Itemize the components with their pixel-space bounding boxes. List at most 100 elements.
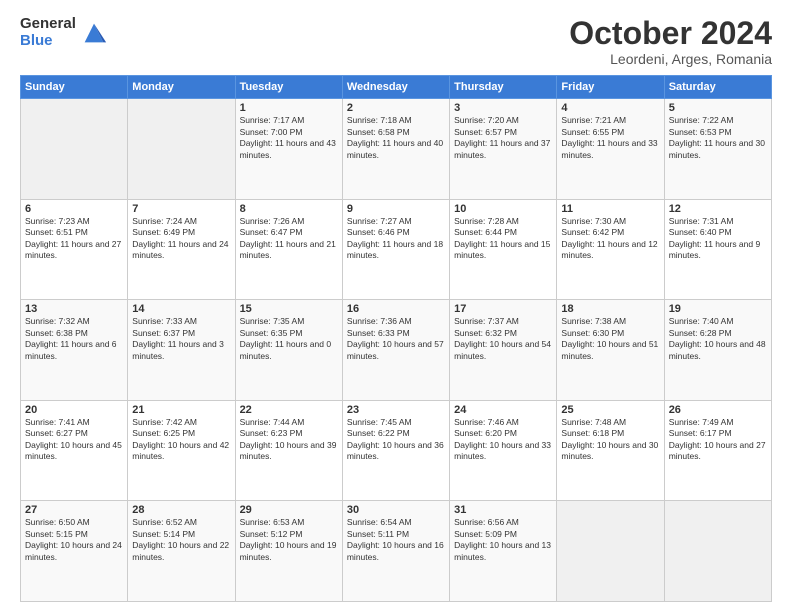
title-block: October 2024 Leordeni, Arges, Romania	[569, 16, 772, 67]
calendar-cell: 22Sunrise: 7:44 AM Sunset: 6:23 PM Dayli…	[235, 400, 342, 501]
day-info: Sunrise: 7:24 AM Sunset: 6:49 PM Dayligh…	[132, 216, 230, 262]
day-info: Sunrise: 7:23 AM Sunset: 6:51 PM Dayligh…	[25, 216, 123, 262]
calendar-cell: 23Sunrise: 7:45 AM Sunset: 6:22 PM Dayli…	[342, 400, 449, 501]
col-header-wednesday: Wednesday	[342, 76, 449, 99]
calendar-cell: 20Sunrise: 7:41 AM Sunset: 6:27 PM Dayli…	[21, 400, 128, 501]
col-header-tuesday: Tuesday	[235, 76, 342, 99]
calendar-cell: 2Sunrise: 7:18 AM Sunset: 6:58 PM Daylig…	[342, 99, 449, 200]
day-number: 6	[25, 203, 123, 215]
day-info: Sunrise: 7:21 AM Sunset: 6:55 PM Dayligh…	[561, 115, 659, 161]
day-number: 29	[240, 504, 338, 516]
calendar-cell: 29Sunrise: 6:53 AM Sunset: 5:12 PM Dayli…	[235, 501, 342, 602]
day-info: Sunrise: 7:46 AM Sunset: 6:20 PM Dayligh…	[454, 417, 552, 463]
calendar-cell: 13Sunrise: 7:32 AM Sunset: 6:38 PM Dayli…	[21, 300, 128, 401]
day-number: 26	[669, 404, 767, 416]
header: General Blue October 2024 Leordeni, Arge…	[20, 16, 772, 67]
calendar-cell: 6Sunrise: 7:23 AM Sunset: 6:51 PM Daylig…	[21, 199, 128, 300]
day-info: Sunrise: 7:49 AM Sunset: 6:17 PM Dayligh…	[669, 417, 767, 463]
calendar-cell: 18Sunrise: 7:38 AM Sunset: 6:30 PM Dayli…	[557, 300, 664, 401]
day-info: Sunrise: 6:50 AM Sunset: 5:15 PM Dayligh…	[25, 517, 123, 563]
day-number: 28	[132, 504, 230, 516]
col-header-sunday: Sunday	[21, 76, 128, 99]
calendar-cell: 27Sunrise: 6:50 AM Sunset: 5:15 PM Dayli…	[21, 501, 128, 602]
day-info: Sunrise: 6:54 AM Sunset: 5:11 PM Dayligh…	[347, 517, 445, 563]
day-info: Sunrise: 7:48 AM Sunset: 6:18 PM Dayligh…	[561, 417, 659, 463]
day-number: 23	[347, 404, 445, 416]
day-info: Sunrise: 6:56 AM Sunset: 5:09 PM Dayligh…	[454, 517, 552, 563]
day-number: 1	[240, 102, 338, 114]
calendar-cell: 11Sunrise: 7:30 AM Sunset: 6:42 PM Dayli…	[557, 199, 664, 300]
day-number: 15	[240, 303, 338, 315]
day-info: Sunrise: 7:30 AM Sunset: 6:42 PM Dayligh…	[561, 216, 659, 262]
day-number: 3	[454, 102, 552, 114]
day-info: Sunrise: 7:32 AM Sunset: 6:38 PM Dayligh…	[25, 316, 123, 362]
page: General Blue October 2024 Leordeni, Arge…	[0, 0, 792, 612]
day-info: Sunrise: 7:41 AM Sunset: 6:27 PM Dayligh…	[25, 417, 123, 463]
month-title: October 2024	[569, 16, 772, 51]
day-number: 14	[132, 303, 230, 315]
day-info: Sunrise: 7:22 AM Sunset: 6:53 PM Dayligh…	[669, 115, 767, 161]
day-number: 13	[25, 303, 123, 315]
calendar-cell	[664, 501, 771, 602]
calendar-cell: 8Sunrise: 7:26 AM Sunset: 6:47 PM Daylig…	[235, 199, 342, 300]
calendar-cell: 26Sunrise: 7:49 AM Sunset: 6:17 PM Dayli…	[664, 400, 771, 501]
calendar-cell: 31Sunrise: 6:56 AM Sunset: 5:09 PM Dayli…	[450, 501, 557, 602]
calendar-cell: 9Sunrise: 7:27 AM Sunset: 6:46 PM Daylig…	[342, 199, 449, 300]
day-info: Sunrise: 7:20 AM Sunset: 6:57 PM Dayligh…	[454, 115, 552, 161]
col-header-monday: Monday	[128, 76, 235, 99]
day-number: 8	[240, 203, 338, 215]
day-number: 10	[454, 203, 552, 215]
day-number: 7	[132, 203, 230, 215]
day-number: 21	[132, 404, 230, 416]
calendar-cell: 5Sunrise: 7:22 AM Sunset: 6:53 PM Daylig…	[664, 99, 771, 200]
day-info: Sunrise: 7:45 AM Sunset: 6:22 PM Dayligh…	[347, 417, 445, 463]
calendar-cell: 3Sunrise: 7:20 AM Sunset: 6:57 PM Daylig…	[450, 99, 557, 200]
logo: General Blue	[20, 16, 108, 49]
day-info: Sunrise: 6:53 AM Sunset: 5:12 PM Dayligh…	[240, 517, 338, 563]
day-number: 18	[561, 303, 659, 315]
calendar-week-3: 13Sunrise: 7:32 AM Sunset: 6:38 PM Dayli…	[21, 300, 772, 401]
calendar-week-2: 6Sunrise: 7:23 AM Sunset: 6:51 PM Daylig…	[21, 199, 772, 300]
calendar-cell	[21, 99, 128, 200]
logo-text: General Blue	[20, 16, 76, 49]
calendar-cell: 25Sunrise: 7:48 AM Sunset: 6:18 PM Dayli…	[557, 400, 664, 501]
day-number: 27	[25, 504, 123, 516]
calendar-week-1: 1Sunrise: 7:17 AM Sunset: 7:00 PM Daylig…	[21, 99, 772, 200]
calendar-cell: 7Sunrise: 7:24 AM Sunset: 6:49 PM Daylig…	[128, 199, 235, 300]
day-info: Sunrise: 7:18 AM Sunset: 6:58 PM Dayligh…	[347, 115, 445, 161]
day-number: 24	[454, 404, 552, 416]
col-header-thursday: Thursday	[450, 76, 557, 99]
logo-general: General	[20, 16, 76, 33]
logo-icon	[80, 19, 108, 47]
day-info: Sunrise: 6:52 AM Sunset: 5:14 PM Dayligh…	[132, 517, 230, 563]
day-number: 19	[669, 303, 767, 315]
day-number: 30	[347, 504, 445, 516]
day-number: 4	[561, 102, 659, 114]
calendar-header-row: SundayMondayTuesdayWednesdayThursdayFrid…	[21, 76, 772, 99]
day-info: Sunrise: 7:38 AM Sunset: 6:30 PM Dayligh…	[561, 316, 659, 362]
calendar-cell: 28Sunrise: 6:52 AM Sunset: 5:14 PM Dayli…	[128, 501, 235, 602]
day-info: Sunrise: 7:37 AM Sunset: 6:32 PM Dayligh…	[454, 316, 552, 362]
logo-blue: Blue	[20, 33, 76, 50]
day-info: Sunrise: 7:40 AM Sunset: 6:28 PM Dayligh…	[669, 316, 767, 362]
day-info: Sunrise: 7:17 AM Sunset: 7:00 PM Dayligh…	[240, 115, 338, 161]
day-info: Sunrise: 7:42 AM Sunset: 6:25 PM Dayligh…	[132, 417, 230, 463]
day-info: Sunrise: 7:33 AM Sunset: 6:37 PM Dayligh…	[132, 316, 230, 362]
day-number: 9	[347, 203, 445, 215]
day-number: 2	[347, 102, 445, 114]
calendar-week-5: 27Sunrise: 6:50 AM Sunset: 5:15 PM Dayli…	[21, 501, 772, 602]
day-number: 16	[347, 303, 445, 315]
day-number: 20	[25, 404, 123, 416]
day-info: Sunrise: 7:31 AM Sunset: 6:40 PM Dayligh…	[669, 216, 767, 262]
day-info: Sunrise: 7:44 AM Sunset: 6:23 PM Dayligh…	[240, 417, 338, 463]
day-info: Sunrise: 7:28 AM Sunset: 6:44 PM Dayligh…	[454, 216, 552, 262]
day-number: 5	[669, 102, 767, 114]
day-number: 17	[454, 303, 552, 315]
day-number: 11	[561, 203, 659, 215]
day-info: Sunrise: 7:27 AM Sunset: 6:46 PM Dayligh…	[347, 216, 445, 262]
calendar-cell: 4Sunrise: 7:21 AM Sunset: 6:55 PM Daylig…	[557, 99, 664, 200]
calendar-cell: 10Sunrise: 7:28 AM Sunset: 6:44 PM Dayli…	[450, 199, 557, 300]
calendar-cell	[557, 501, 664, 602]
calendar-cell: 12Sunrise: 7:31 AM Sunset: 6:40 PM Dayli…	[664, 199, 771, 300]
calendar-cell: 15Sunrise: 7:35 AM Sunset: 6:35 PM Dayli…	[235, 300, 342, 401]
